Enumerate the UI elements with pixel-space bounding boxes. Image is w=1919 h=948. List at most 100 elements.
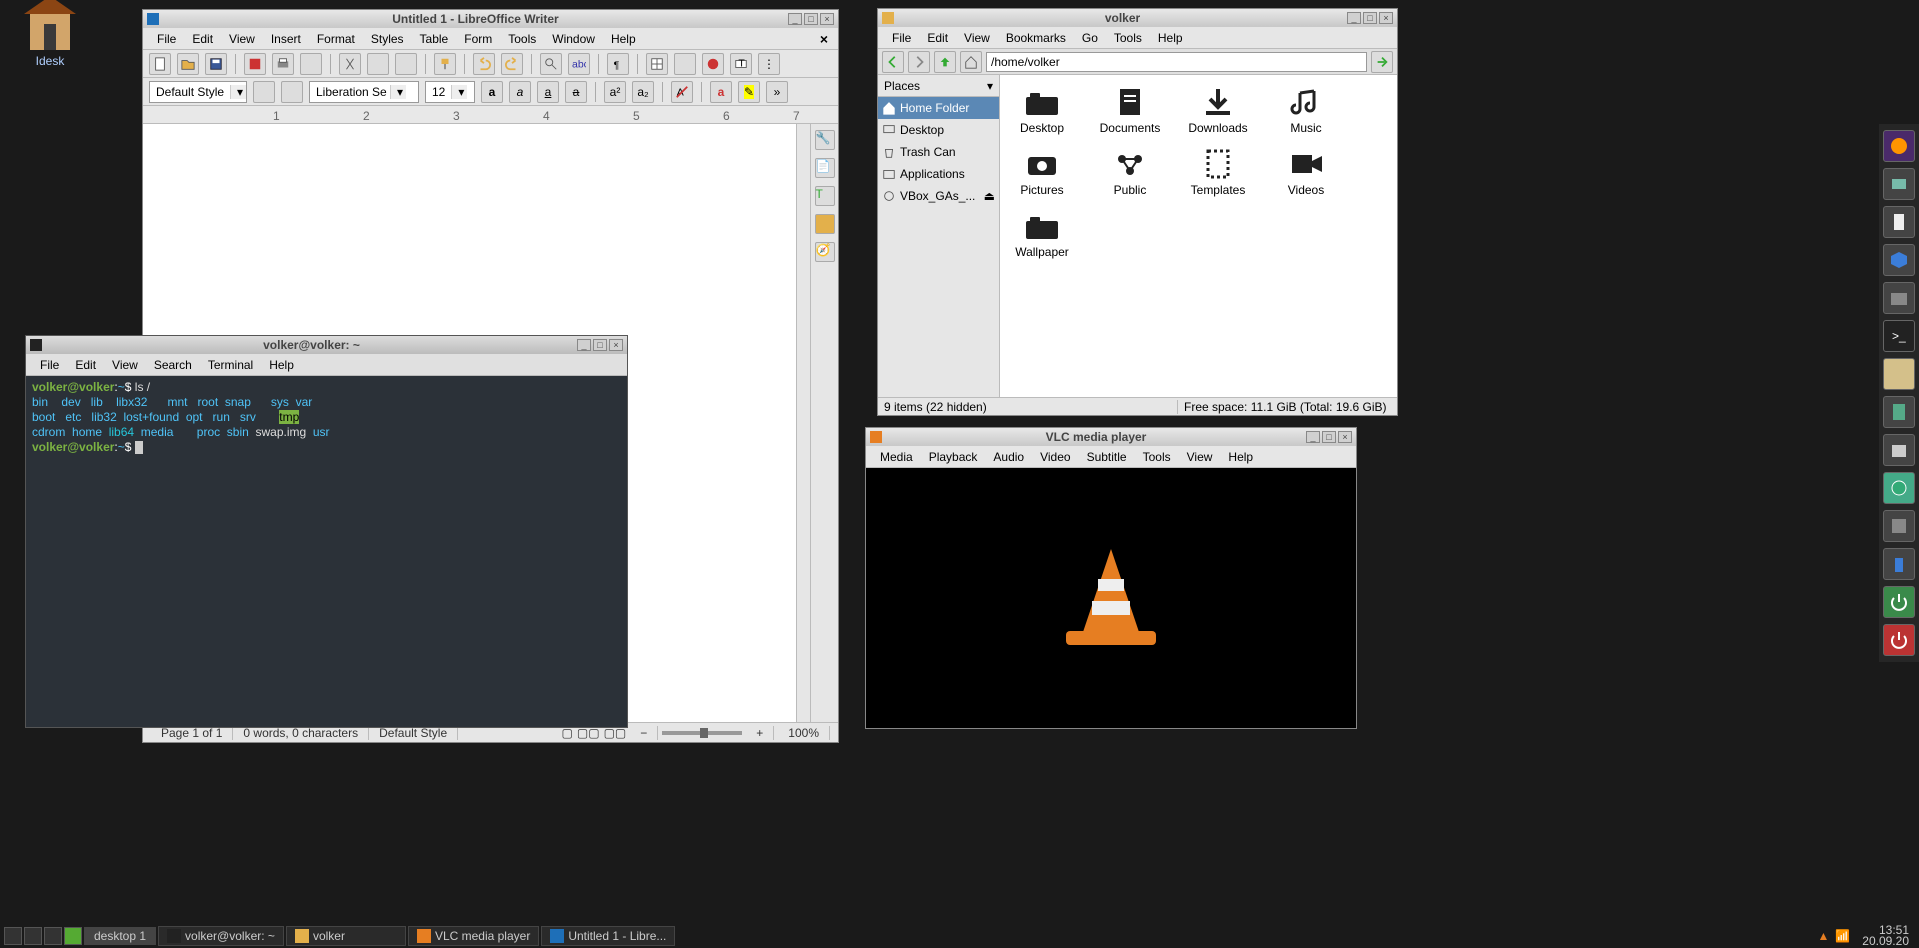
menu-help[interactable]: Help <box>1220 448 1261 466</box>
new-style-button[interactable] <box>281 81 303 103</box>
save-button[interactable] <box>205 53 227 75</box>
path-input[interactable] <box>986 52 1367 72</box>
menu-subtitle[interactable]: Subtitle <box>1079 448 1135 466</box>
find-button[interactable] <box>540 53 562 75</box>
folder-videos[interactable]: Videos <box>1274 147 1338 197</box>
task-terminal[interactable]: volker@volker: ~ <box>158 926 284 946</box>
tray-network-icon[interactable]: 📶 <box>1835 929 1850 943</box>
folder-music[interactable]: Music <box>1274 85 1338 135</box>
eject-icon[interactable]: ⏏ <box>984 189 995 203</box>
dock-music[interactable] <box>1883 472 1915 504</box>
maximize-button[interactable]: □ <box>1322 431 1336 443</box>
paste-button[interactable] <box>395 53 417 75</box>
menu-edit[interactable]: Edit <box>67 356 104 374</box>
show-desktop-button[interactable] <box>24 927 42 945</box>
menu-search[interactable]: Search <box>146 356 200 374</box>
titlebar[interactable]: Untitled 1 - LibreOffice Writer _ □ × <box>143 10 838 28</box>
cut-button[interactable] <box>339 53 361 75</box>
bold-button[interactable]: a <box>481 81 503 103</box>
dock-logout[interactable] <box>1883 586 1915 618</box>
vertical-scrollbar[interactable] <box>796 124 810 722</box>
places-header[interactable]: Places▾ <box>878 75 999 97</box>
folder-documents[interactable]: Documents <box>1098 85 1162 135</box>
menu-styles[interactable]: Styles <box>363 30 412 48</box>
menu-bookmarks[interactable]: Bookmarks <box>998 29 1074 47</box>
start-menu-button[interactable] <box>4 927 22 945</box>
menu-audio[interactable]: Audio <box>985 448 1032 466</box>
desktop-icon-idesk[interactable]: Idesk <box>20 10 80 68</box>
menu-file[interactable]: File <box>32 356 67 374</box>
folder-wallpaper[interactable]: Wallpaper <box>1010 209 1074 259</box>
dock-calculator[interactable] <box>1883 396 1915 428</box>
font-name-combo[interactable]: Liberation Se▾ <box>309 81 419 103</box>
folder-view[interactable]: Desktop Documents Downloads Music Pictur… <box>1000 75 1397 397</box>
menu-table[interactable]: Table <box>412 30 457 48</box>
menu-playback[interactable]: Playback <box>921 448 986 466</box>
minimize-button[interactable]: _ <box>577 339 591 351</box>
dock-file-manager[interactable] <box>1883 282 1915 314</box>
maximize-button[interactable]: □ <box>1363 12 1377 24</box>
copy-button[interactable] <box>367 53 389 75</box>
place-home[interactable]: Home Folder <box>878 97 999 119</box>
tray-vlc-icon[interactable]: ▲ <box>1817 929 1829 943</box>
titlebar[interactable]: volker@volker: ~ _ □ × <box>26 336 627 354</box>
zoom-out-button[interactable]: − <box>630 726 658 740</box>
menu-format[interactable]: Format <box>309 30 363 48</box>
superscript-button[interactable]: a² <box>604 81 626 103</box>
web-launcher[interactable] <box>64 927 82 945</box>
paragraph-style-combo[interactable]: Default Style▾ <box>149 81 247 103</box>
dock-firefox[interactable] <box>1883 130 1915 162</box>
dock-notes[interactable] <box>1883 358 1915 390</box>
task-file-manager[interactable]: volker <box>286 926 406 946</box>
place-desktop[interactable]: Desktop <box>878 119 999 141</box>
more-format-button[interactable]: » <box>766 81 788 103</box>
underline-button[interactable]: a <box>537 81 559 103</box>
folder-downloads[interactable]: Downloads <box>1186 85 1250 135</box>
horizontal-ruler[interactable]: 1 2 3 4 5 6 7 <box>143 106 838 124</box>
update-style-button[interactable] <box>253 81 275 103</box>
place-vbox[interactable]: VBox_GAs_...⏏ <box>878 185 999 207</box>
menu-help[interactable]: Help <box>603 30 644 48</box>
dock-virtualbox[interactable] <box>1883 244 1915 276</box>
textbox-button[interactable]: T <box>730 53 752 75</box>
italic-button[interactable]: a <box>509 81 531 103</box>
zoom-slider[interactable] <box>662 731 742 735</box>
menu-form[interactable]: Form <box>456 30 500 48</box>
task-vlc[interactable]: VLC media player <box>408 926 539 946</box>
menu-view[interactable]: View <box>956 29 998 47</box>
minimize-button[interactable]: _ <box>1347 12 1361 24</box>
undo-button[interactable] <box>473 53 495 75</box>
redo-button[interactable] <box>501 53 523 75</box>
titlebar[interactable]: volker _ □ × <box>878 9 1397 27</box>
maximize-button[interactable]: □ <box>804 13 818 25</box>
menu-view[interactable]: View <box>1179 448 1221 466</box>
dock-archive[interactable] <box>1883 434 1915 466</box>
minimize-button[interactable]: _ <box>1306 431 1320 443</box>
zoom-in-button[interactable]: + <box>746 726 774 740</box>
forward-button[interactable] <box>908 51 930 73</box>
menu-tools[interactable]: Tools <box>500 30 544 48</box>
menu-insert[interactable]: Insert <box>263 30 309 48</box>
document-close-icon[interactable]: × <box>816 31 832 47</box>
more-button[interactable]: ⋮ <box>758 53 780 75</box>
close-button[interactable]: × <box>1338 431 1352 443</box>
close-button[interactable]: × <box>1379 12 1393 24</box>
place-applications[interactable]: Applications <box>878 163 999 185</box>
chart-button[interactable] <box>702 53 724 75</box>
close-button[interactable]: × <box>609 339 623 351</box>
workspace-indicator[interactable]: desktop 1 <box>84 927 156 945</box>
menu-view[interactable]: View <box>221 30 263 48</box>
folder-templates[interactable]: Templates <box>1186 147 1250 197</box>
video-area[interactable] <box>866 468 1356 728</box>
dock-terminal[interactable]: >_ <box>1883 320 1915 352</box>
up-button[interactable] <box>934 51 956 73</box>
strikethrough-button[interactable]: a <box>565 81 587 103</box>
titlebar[interactable]: VLC media player _ □ × <box>866 428 1356 446</box>
dock-screenshot[interactable] <box>1883 168 1915 200</box>
properties-icon[interactable]: 🔧 <box>815 130 835 150</box>
go-button[interactable] <box>1371 51 1393 73</box>
menu-file[interactable]: File <box>884 29 919 47</box>
subscript-button[interactable]: a₂ <box>632 81 654 103</box>
gallery-icon[interactable] <box>815 214 835 234</box>
menu-edit[interactable]: Edit <box>919 29 956 47</box>
